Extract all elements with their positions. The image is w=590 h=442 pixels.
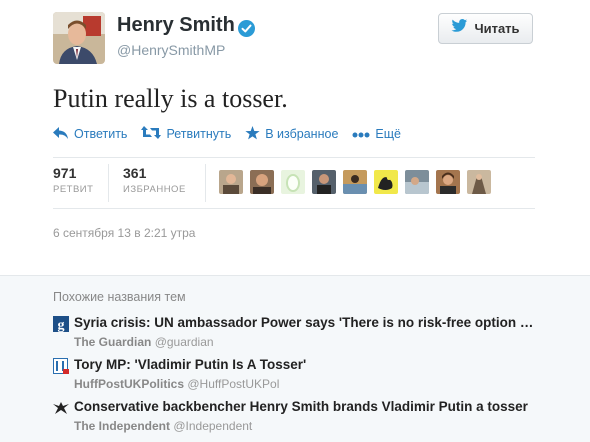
follow-button[interactable]: Читать xyxy=(438,13,533,44)
retweet-count: 971 xyxy=(53,165,77,181)
star-icon xyxy=(245,125,260,143)
story-source[interactable]: HuffPostUKPolitics @HuffPostUKPol xyxy=(74,377,279,391)
favorite-stat[interactable]: 361 ИЗБРАННОЕ xyxy=(123,165,186,195)
tweet-stats: 971 РЕТВИТ 361 ИЗБРАННОЕ xyxy=(53,157,535,209)
favorite-count-label: ИЗБРАННОЕ xyxy=(123,184,186,195)
story-source[interactable]: The Guardian @guardian xyxy=(74,335,214,349)
stat-divider xyxy=(205,164,206,202)
more-action[interactable]: Ещё xyxy=(352,127,401,141)
independent-eagle-icon xyxy=(53,400,69,416)
verified-badge-icon xyxy=(238,20,255,37)
favorite-label: В избранное xyxy=(265,127,339,141)
retweet-label: Ретвитнуть xyxy=(166,127,232,141)
retweeter-avatar[interactable] xyxy=(343,170,367,194)
retweet-stat[interactable]: 971 РЕТВИТ xyxy=(53,165,93,195)
story-headline[interactable]: Tory MP: 'Vladimir Putin Is A Tosser' xyxy=(74,357,534,372)
huffpost-icon xyxy=(53,358,69,374)
retweeter-avatar[interactable] xyxy=(250,170,274,194)
guardian-g-icon: g xyxy=(53,316,69,333)
author-name[interactable]: Henry Smith xyxy=(117,14,235,37)
tweet-text: Putin really is a tosser. xyxy=(53,84,288,113)
retweeter-avatar[interactable] xyxy=(467,170,491,194)
tweet-timestamp[interactable]: 6 сентября 13 в 2:21 утра xyxy=(53,226,195,240)
stat-divider xyxy=(108,164,109,202)
favorite-action[interactable]: В избранное xyxy=(245,125,339,143)
story-headline[interactable]: Syria crisis: UN ambassador Power says '… xyxy=(74,315,534,330)
retweet-action[interactable]: Ретвитнуть xyxy=(141,126,231,142)
tweet-card: Henry Smith @HenrySmithMP Читать Putin r… xyxy=(0,0,590,275)
tweet-actions: Ответить Ретвитнуть В избранное Ещё xyxy=(53,124,415,144)
retweeter-avatar[interactable] xyxy=(312,170,336,194)
more-label: Ещё xyxy=(375,127,401,141)
related-headlines: Похожие названия тем g Syria crisis: UN … xyxy=(0,275,590,442)
author-avatar[interactable] xyxy=(53,12,105,64)
retweeter-avatar[interactable] xyxy=(374,170,398,194)
related-headlines-title: Похожие названия тем xyxy=(53,290,186,304)
retweet-count-label: РЕТВИТ xyxy=(53,184,94,195)
retweeter-avatar[interactable] xyxy=(219,170,243,194)
author-handle[interactable]: @HenrySmithMP xyxy=(117,42,225,58)
story-source[interactable]: The Independent @Independent xyxy=(74,419,252,433)
favorite-count: 361 xyxy=(123,165,147,181)
twitter-bird-icon xyxy=(451,19,468,38)
follow-button-label: Читать xyxy=(474,21,520,36)
retweeter-avatar[interactable] xyxy=(405,170,429,194)
retweeter-avatars xyxy=(219,170,491,194)
more-dots-icon xyxy=(352,127,370,141)
story-headline[interactable]: Conservative backbencher Henry Smith bra… xyxy=(74,399,534,414)
reply-action[interactable]: Ответить xyxy=(53,126,128,142)
reply-label: Ответить xyxy=(74,127,128,141)
reply-icon xyxy=(53,126,69,142)
retweeter-avatar[interactable] xyxy=(436,170,460,194)
svg-text:g: g xyxy=(58,318,65,332)
retweet-icon xyxy=(141,126,162,142)
retweeter-avatar[interactable] xyxy=(281,170,305,194)
